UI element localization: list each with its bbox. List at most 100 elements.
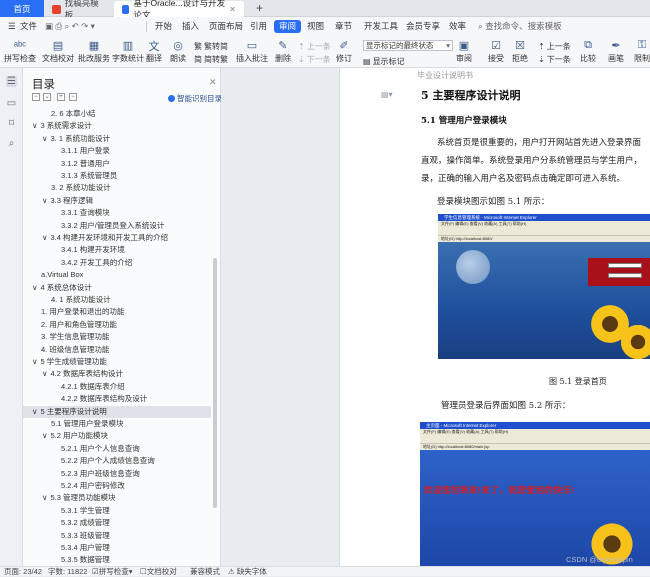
toc-item[interactable]: 5.3.4 用户管理 [61,542,110,554]
toc-item[interactable]: 3.4.1 构建开发环境 [61,244,125,256]
smart-toc-button[interactable]: 智能识别目录 [168,93,222,104]
toc-item[interactable]: 3. 学生信息管理功能 [41,331,109,343]
remove-heading-icon[interactable]: − [69,93,77,101]
menu-view[interactable]: 视图 [307,20,324,33]
reject-button[interactable]: ☒ 拒绝 [512,38,528,64]
toc-item[interactable]: 5.2.3 用户班级信息查询 [61,468,140,480]
toolbar-quick-icons[interactable]: ▣ ⎙ ⌕ ↶ ↷ ▾ [45,20,95,33]
toc-item[interactable]: a.Virtual Box [41,269,83,281]
chevron-down-icon[interactable]: ∨ [32,121,38,130]
tab-document[interactable]: 基于Oracle...设计与开发 论文 ✕ [114,0,244,20]
chevron-down-icon[interactable]: ∨ [32,357,38,366]
hamburger-icon[interactable]: ☰ [8,20,16,33]
insert-comment-button[interactable]: ▭ 插入批注 [236,38,268,64]
spell-check-button[interactable]: ᵃᵇᶜ 拼写检查 [4,38,36,64]
menu-reference[interactable]: 引用 [250,20,267,33]
new-tab-button[interactable]: + [256,0,263,17]
toc-item[interactable]: 5.2.4 用户密码修改 [61,480,125,492]
toc-item[interactable]: ∨ 5 学生成绩管理功能 [32,356,107,368]
next-comment-button[interactable]: ⇣ 下一条 [298,54,331,65]
compare-button[interactable]: ⧉ 比较 [580,38,596,64]
chevron-down-icon[interactable]: ∨ [42,134,48,143]
expand-all-icon[interactable]: ⌄ [43,93,51,101]
toc-item[interactable]: 3.1.2 普通用户 [61,158,110,170]
toc-item[interactable]: ∨ 5.3 管理员功能模块 [42,492,116,504]
menu-efficiency[interactable]: 效率 [449,20,466,33]
menu-devtools[interactable]: 开发工具 [364,20,398,33]
toc-item[interactable]: ∨ 3. 1 系统功能设计 [42,133,110,145]
markup-mode-select[interactable]: 显示标记的最终状态 [363,40,453,51]
pen-button[interactable]: ✒ 画笔 [608,38,624,64]
toc-item[interactable]: 3.3.1 查询模块 [61,207,110,219]
toc-item[interactable]: 3.1.1 用户登录 [61,145,110,157]
toc-item[interactable]: 5.2.1 用户个人信息查询 [61,443,140,455]
toc-item[interactable]: ∨ 3.4 构建开发环境和开发工具的介绍 [42,232,168,244]
trad-simp-button[interactable]: 繁繁转简 [194,41,228,52]
toc-item[interactable]: 1. 用户登录和退出的功能 [41,306,124,318]
chevron-down-icon[interactable]: ∨ [42,369,48,378]
menu-section[interactable]: 章节 [335,20,352,33]
toc-item[interactable]: 4.2.1 数据库表介绍 [61,381,125,393]
command-search[interactable]: ⌕ 查找命令、搜索模板 [478,20,562,33]
prev-comment-button[interactable]: ⇡ 上一条 [298,41,331,52]
tab-home[interactable]: 首页 [0,0,44,17]
toc-panel-icon[interactable]: ☰ [6,76,17,87]
toc-item[interactable]: ∨ 4 系统总体设计 [32,282,92,294]
search-icon[interactable]: ⌕ [6,138,17,149]
menu-home[interactable]: 开始 [155,20,172,33]
show-markup-button[interactable]: ▤ 显示标记 [363,56,405,67]
read-aloud-button[interactable]: ◎ 朗读 [170,38,186,64]
chevron-down-icon[interactable]: ∨ [42,493,48,502]
toc-item[interactable]: ∨ 4.2 数据库表结构设计 [42,368,123,380]
accept-button[interactable]: ☑ 接受 [488,38,504,64]
toc-item[interactable]: ∨ 3 系统需求设计 [32,120,92,132]
chevron-down-icon[interactable]: ∨ [42,196,48,205]
toc-item[interactable]: 4. 班级信息管理功能 [41,344,109,356]
toc-item[interactable]: 3.4.2 开发工具的介绍 [61,257,132,269]
menu-insert[interactable]: 插入 [182,20,199,33]
close-icon[interactable]: ✕ [229,5,236,14]
toc-item[interactable]: ∨ 5.2 用户功能模块 [42,430,108,442]
toc-item[interactable]: ∨ 3.3 程序逻辑 [42,195,93,207]
simp-trad-button[interactable]: 简简转繁 [194,54,228,65]
page-nav-icon[interactable]: ▤▾ [381,90,393,99]
toc-item[interactable]: 2. 用户和角色管理功能 [41,319,117,331]
delete-comment-button[interactable]: ✎ 删除 [275,38,291,64]
chevron-down-icon[interactable]: ∨ [32,283,38,292]
toc-item[interactable]: 4. 1 系统功能设计 [51,294,111,306]
toc-item[interactable]: 5.3.5 数据管理 [61,554,110,566]
toc-item[interactable]: 3.3.2 用户/管理员登入系统设计 [61,220,164,232]
word-count-button[interactable]: ▥ 字数统计 [112,38,144,64]
folder-icon[interactable]: ▭ [6,98,17,109]
review-pane-button[interactable]: ▣ 审阅 [456,38,472,64]
menu-member[interactable]: 会员专享 [406,20,440,33]
toc-item[interactable]: 5.2.2 用户个人成绩信息查询 [61,455,155,467]
toc-item[interactable]: 2. 6 本章小结 [51,108,96,120]
toc-item[interactable]: 5.3.3 班级管理 [61,530,110,542]
toc-scrollbar[interactable] [213,258,217,508]
toc-item[interactable]: 4.2.2 数据库表结构及设计 [61,393,147,405]
toc-item[interactable]: 3. 2 系统功能设计 [51,182,111,194]
translate-button[interactable]: 文翻译 [146,38,162,64]
bookmark-icon[interactable]: ⌑ [6,118,17,129]
menu-file[interactable]: 文件 [20,20,37,33]
menu-layout[interactable]: 页面布局 [209,20,243,33]
prev-change-button[interactable]: ⇡ 上一条 [538,41,571,52]
restrict-button[interactable]: ⚿ 限制 [634,38,650,64]
next-change-button[interactable]: ⇣ 下一条 [538,54,571,65]
doc-check-button[interactable]: ▤ 文档校对 [42,38,74,64]
close-icon[interactable]: ✕ [209,77,217,88]
collapse-all-icon[interactable]: − [32,93,40,101]
chevron-down-icon[interactable]: ∨ [42,233,48,242]
chevron-down-icon[interactable]: ∨ [42,431,48,440]
toc-item[interactable]: 5.3.1 学生管理 [61,505,110,517]
toc-item[interactable]: 5.1 管理用户登录模块 [51,418,124,430]
menu-review[interactable]: 审阅 [274,20,302,33]
add-heading-icon[interactable]: + [57,93,65,101]
toc-item[interactable]: 3.1.3 系统管理员 [61,170,117,182]
batch-service-button[interactable]: ▦ 批改服务 [78,38,110,64]
chevron-down-icon[interactable]: ∨ [32,407,38,416]
track-changes-button[interactable]: ✐ 修订 [336,38,352,64]
tab-template[interactable]: 找稿亮模板 [44,0,114,20]
toc-item[interactable]: 5.3.2 成绩管理 [61,517,110,529]
